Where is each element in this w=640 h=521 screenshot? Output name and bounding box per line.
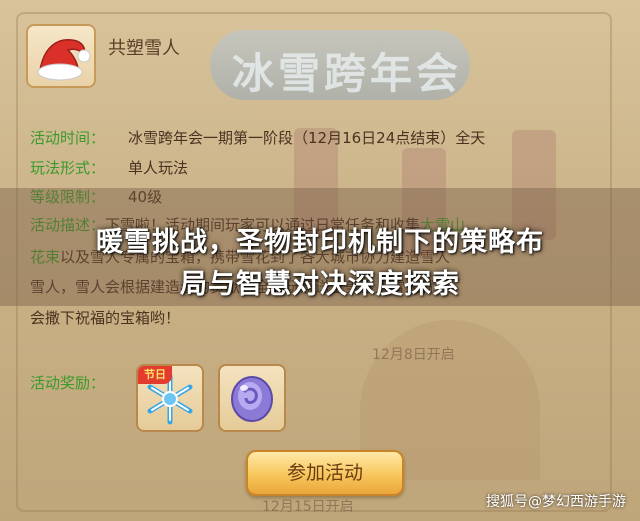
mode-label: 玩法形式： bbox=[30, 159, 106, 177]
character-avatar bbox=[26, 24, 96, 88]
snowflake-reward[interactable]: 节日 bbox=[136, 364, 204, 432]
purple-stone-reward[interactable] bbox=[218, 364, 286, 432]
santa-hat-icon bbox=[37, 39, 91, 81]
time-value: 冰雪跨年会一期第一阶段（12月16日24点结束）全天 bbox=[128, 129, 486, 147]
festival-badge: 节日 bbox=[138, 366, 172, 384]
character-name: 共塑雪人 bbox=[108, 38, 180, 59]
watermark: 搜狐号@梦幻西游手游 bbox=[486, 494, 626, 510]
description-line-4: 会撒下祝福的宝箱哟！ bbox=[30, 309, 181, 327]
reward-label: 活动奖励： bbox=[30, 374, 106, 392]
purple-stone-icon bbox=[231, 376, 273, 422]
join-activity-button[interactable]: 参加活动 bbox=[246, 450, 404, 496]
headline-line-1: 暖雪挑战，圣物封印机制下的策略布 bbox=[96, 227, 544, 258]
time-label: 活动时间： bbox=[30, 129, 106, 147]
headline-line-2: 局与智慧对决深度探索 bbox=[180, 269, 460, 300]
mode-value: 单人玩法 bbox=[128, 159, 189, 177]
